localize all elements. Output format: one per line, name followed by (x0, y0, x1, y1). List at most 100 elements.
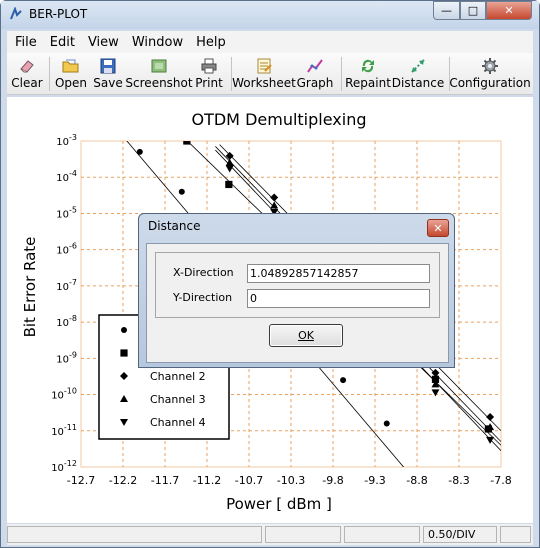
printer-icon (201, 58, 217, 74)
open-label: Open (54, 76, 88, 90)
worksheet-icon (257, 58, 272, 74)
y-tick-label: 10-5 (56, 205, 77, 220)
x-tick-label: -11.7 (151, 474, 179, 487)
x-tick-label: -9.8 (322, 474, 343, 487)
y-axis-label: Bit Error Rate (21, 237, 39, 338)
dialog-title: Distance (148, 219, 201, 233)
title-bar[interactable]: BER-PLOT — □ ✕ (1, 1, 539, 29)
ok-button[interactable]: OK (269, 324, 343, 347)
distance-label: Distance (391, 76, 445, 90)
open-button[interactable]: Open (54, 55, 88, 93)
distance-button[interactable]: Distance (391, 55, 445, 93)
y-tick-label: 10-3 (56, 133, 77, 148)
status-cell-1 (7, 526, 262, 543)
close-icon: ✕ (433, 221, 443, 235)
maximize-icon: □ (467, 4, 479, 17)
legend-marker (121, 327, 127, 333)
x-axis-label: Power [ dBm ] (226, 495, 332, 513)
menu-window[interactable]: Window (132, 35, 183, 50)
close-icon: ✕ (504, 4, 514, 17)
print-label: Print (195, 76, 223, 90)
status-cell-3 (344, 526, 420, 543)
y-tick-label: 10-11 (51, 423, 77, 438)
dialog-close-button[interactable]: ✕ (427, 219, 449, 237)
maximize-button[interactable]: □ (460, 1, 486, 20)
x-tick-label: -12.7 (67, 474, 95, 487)
status-cell-5 (500, 526, 531, 543)
print-button[interactable]: Print (194, 55, 224, 93)
data-point (178, 188, 185, 195)
open-folder-icon (62, 59, 79, 73)
toolbar-separator (49, 57, 50, 91)
configuration-button[interactable]: Configuration (449, 55, 531, 93)
menu-file[interactable]: File (15, 35, 37, 50)
clear-label: Clear (11, 76, 43, 90)
y-direction-field[interactable] (247, 289, 430, 308)
legend-label: Channel 2 (150, 370, 206, 383)
minimize-button[interactable]: — (433, 1, 460, 20)
x-tick-label: -7.8 (490, 474, 511, 487)
save-label: Save (93, 76, 123, 90)
legend-label: Channel 4 (150, 416, 206, 429)
y-tick-label: 10-6 (56, 242, 77, 257)
data-point (136, 148, 143, 155)
x-direction-label: X-Direction (173, 266, 234, 279)
x-tick-label: -8.8 (406, 474, 427, 487)
status-scale: 0.50/DIV (423, 526, 497, 543)
configuration-label: Configuration (449, 76, 531, 90)
app-icon (10, 7, 22, 20)
eraser-icon (20, 60, 34, 73)
graph-label: Graph (296, 76, 334, 90)
y-direction-label: Y-Direction (173, 291, 233, 304)
direction-group: X-Direction Y-Direction (155, 252, 440, 318)
gear-icon (482, 58, 498, 74)
screenshot-label: Screenshot (125, 76, 193, 90)
y-tick-label: 10-7 (56, 278, 77, 293)
distance-dialog: Distance ✕ X-Direction Y-Direction OK (138, 213, 455, 368)
toolbar-separator (341, 57, 342, 91)
y-tick-label: 10-8 (56, 314, 77, 329)
x-tick-label: -11.2 (193, 474, 221, 487)
worksheet-button[interactable]: Worksheet (232, 55, 296, 93)
x-tick-label: -10.7 (235, 474, 263, 487)
legend-marker (120, 349, 128, 357)
graph-button[interactable]: Graph (296, 55, 334, 93)
floppy-disk-icon (100, 58, 116, 74)
save-button[interactable]: Save (91, 55, 125, 93)
y-tick-label: 10-12 (51, 459, 77, 474)
toolbar: Clear Open Save Screenshot Print Workshe… (7, 53, 533, 95)
data-point (340, 377, 347, 384)
data-point (383, 420, 390, 427)
screenshot-button[interactable]: Screenshot (125, 55, 193, 93)
data-point (225, 180, 233, 189)
clear-button[interactable]: Clear (10, 55, 44, 93)
x-direction-field[interactable] (247, 264, 430, 283)
repaint-icon (362, 59, 374, 73)
status-bar: 0.50/DIV (7, 524, 533, 545)
window-title: BER-PLOT (29, 7, 88, 21)
y-tick-label: 10-4 (56, 169, 77, 184)
close-button[interactable]: ✕ (486, 1, 532, 20)
dialog-body: X-Direction Y-Direction OK (146, 243, 449, 363)
status-cell-2 (265, 526, 341, 543)
worksheet-label: Worksheet (232, 76, 296, 90)
minimize-icon: — (441, 4, 452, 17)
menu-view[interactable]: View (88, 35, 119, 50)
data-point (183, 141, 191, 145)
menu-bar: File Edit View Window Help (7, 31, 533, 53)
screenshot-icon (151, 59, 167, 73)
legend-label: Channel 3 (150, 393, 206, 406)
x-tick-label: -12.2 (109, 474, 137, 487)
x-tick-label: -10.3 (277, 474, 305, 487)
x-tick-label: -9.3 (364, 474, 385, 487)
y-tick-label: 10-9 (56, 350, 77, 365)
distance-icon (411, 59, 425, 73)
y-tick-label: 10-10 (51, 387, 77, 402)
repaint-label: Repaint (345, 76, 391, 90)
x-tick-label: -8.3 (448, 474, 469, 487)
chart-title: OTDM Demultiplexing (191, 110, 366, 129)
menu-edit[interactable]: Edit (50, 35, 75, 50)
menu-help[interactable]: Help (196, 35, 226, 50)
graph-icon (307, 59, 323, 73)
repaint-button[interactable]: Repaint (345, 55, 391, 93)
